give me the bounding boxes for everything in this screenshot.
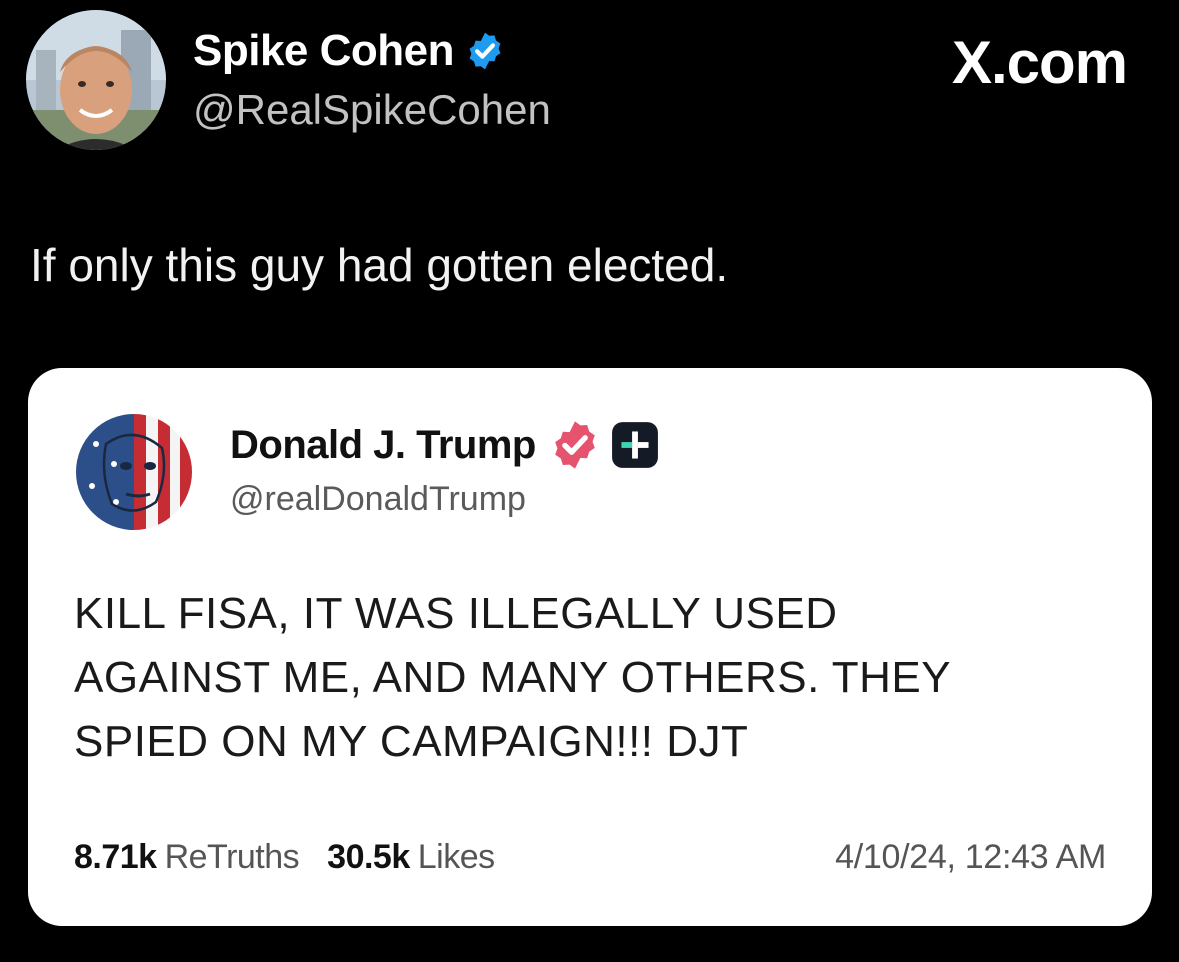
quoted-author-handle[interactable]: @realDonaldTrump xyxy=(230,480,526,519)
quoted-post-line: AGAINST ME, AND MANY OTHERS. THEY xyxy=(74,653,952,702)
author-name[interactable]: Spike Cohen xyxy=(193,26,455,76)
truth-verified-badge-icon xyxy=(555,421,595,469)
quoted-post-text: KILL FISA, IT WAS ILLEGALLY USED AGAINST… xyxy=(74,582,1114,774)
plus-badge-icon xyxy=(611,422,658,468)
verified-badge-icon xyxy=(469,32,501,70)
quoted-post-timestamp[interactable]: 4/10/24, 12:43 AM xyxy=(835,838,1106,877)
quoted-post-stats: 8.71k ReTruths 30.5k Likes xyxy=(74,838,495,877)
likes-label[interactable]: Likes xyxy=(418,838,495,877)
quoted-author-name-row: Donald J. Trump xyxy=(230,418,660,472)
likes-count[interactable]: 30.5k xyxy=(327,838,410,877)
author-avatar[interactable] xyxy=(26,10,166,150)
author-handle[interactable]: @RealSpikeCohen xyxy=(193,86,551,134)
retruths-label[interactable]: ReTruths xyxy=(165,838,300,877)
post-text: If only this guy had gotten elected. xyxy=(30,239,729,291)
quoted-post-line: KILL FISA, IT WAS ILLEGALLY USED xyxy=(74,589,838,638)
retruths-count[interactable]: 8.71k xyxy=(74,838,157,877)
flag-portrait-avatar-image xyxy=(76,414,192,530)
avatar-image xyxy=(26,10,166,150)
author-name-row: Spike Cohen xyxy=(193,26,506,76)
quoted-author-name[interactable]: Donald J. Trump xyxy=(230,423,536,468)
site-label: X.com xyxy=(951,29,1128,96)
quoted-post-card[interactable]: Donald J. Trump @realDonaldTrump KILL FI… xyxy=(28,368,1152,926)
quoted-author-avatar[interactable] xyxy=(76,414,192,530)
quoted-post-line: SPIED ON MY CAMPAIGN!!! DJT xyxy=(74,717,749,766)
